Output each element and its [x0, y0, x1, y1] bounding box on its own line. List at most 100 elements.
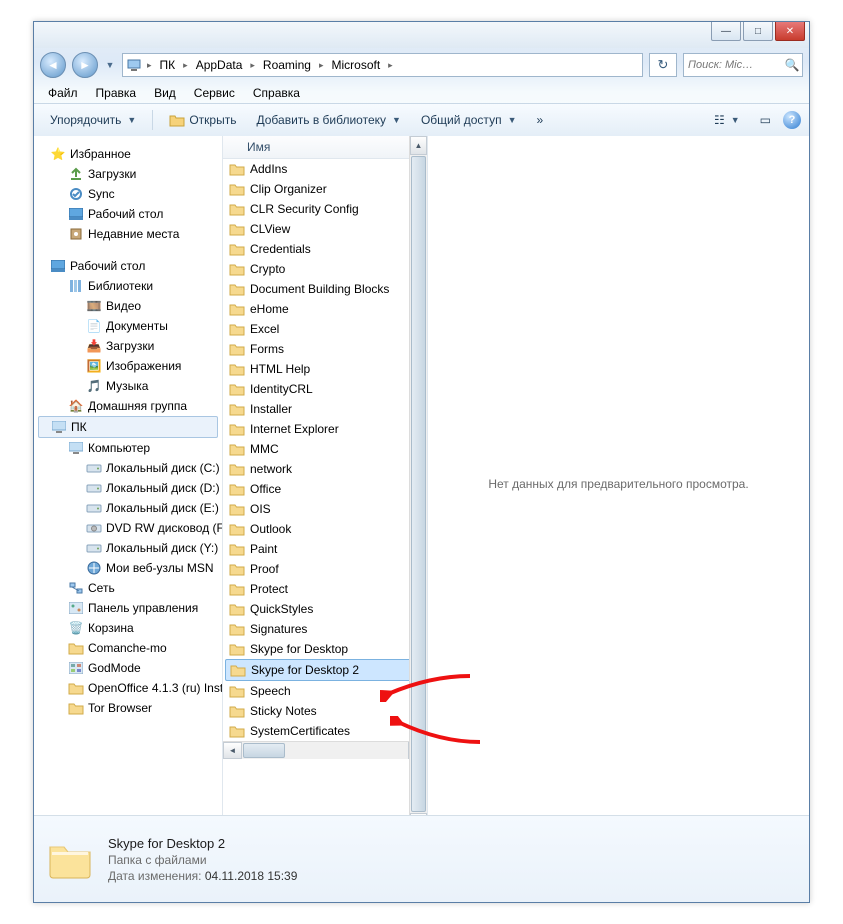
folder-item[interactable]: Document Building Blocks — [223, 279, 427, 299]
more-commands[interactable]: » — [528, 109, 551, 131]
favorites-item[interactable]: Sync — [34, 184, 222, 204]
horizontal-scrollbar[interactable]: ◄ ► — [223, 741, 427, 759]
drive-item[interactable]: Локальный диск (Y:) — [34, 538, 222, 558]
folder-item[interactable]: Outlook — [223, 519, 427, 539]
folder-item[interactable]: Credentials — [223, 239, 427, 259]
menu-edit[interactable]: Правка — [88, 84, 145, 102]
explorer-window: — □ ✕ ◄ ► ▼ ▸ ПК ▸ AppData ▸ Roaming ▸ M… — [33, 21, 810, 903]
folder-item[interactable]: Signatures — [223, 619, 427, 639]
drive-icon — [86, 460, 102, 476]
folder-item[interactable]: CLView — [223, 219, 427, 239]
vertical-scrollbar[interactable]: ▲ ▼ — [409, 136, 427, 832]
menu-file[interactable]: Файл — [40, 84, 86, 102]
scroll-up-button[interactable]: ▲ — [410, 136, 427, 155]
folder-item[interactable]: Internet Explorer — [223, 419, 427, 439]
folder-item[interactable]: SystemCertificates — [223, 721, 427, 741]
favorites-item[interactable]: Загрузки — [34, 164, 222, 184]
folder-item[interactable]: Clip Organizer — [223, 179, 427, 199]
folder-item[interactable]: Sticky Notes — [223, 701, 427, 721]
library-icon: 🎞️ — [86, 298, 102, 314]
drive-item[interactable]: DVD RW дисковод (F:) — [34, 518, 222, 538]
organize-button[interactable]: Упорядочить▼ — [42, 109, 144, 131]
breadcrumb-segment[interactable]: AppData — [190, 54, 249, 76]
back-button[interactable]: ◄ — [40, 52, 66, 78]
network-item[interactable]: Сеть — [34, 578, 222, 598]
menu-view[interactable]: Вид — [146, 84, 184, 102]
library-item[interactable]: 📥Загрузки — [34, 336, 222, 356]
library-item[interactable]: 🖼️Изображения — [34, 356, 222, 376]
folder-item[interactable]: HTML Help — [223, 359, 427, 379]
folder-item[interactable]: Forms — [223, 339, 427, 359]
maximize-button[interactable]: □ — [743, 22, 773, 41]
folder-name: MMC — [250, 442, 279, 456]
folder-item[interactable]: Office — [223, 479, 427, 499]
folder-item[interactable]: CLR Security Config — [223, 199, 427, 219]
folder-item[interactable]: Skype for Desktop 2 — [225, 659, 425, 681]
drive-item[interactable]: Локальный диск (E:) — [34, 498, 222, 518]
nav-folder-item[interactable]: OpenOffice 4.1.3 (ru) Instal — [34, 678, 222, 698]
drive-item[interactable]: Локальный диск (C:) — [34, 458, 222, 478]
forward-button[interactable]: ► — [72, 52, 98, 78]
desktop-header[interactable]: Рабочий стол — [34, 256, 222, 276]
folder-name: Clip Organizer — [250, 182, 327, 196]
folder-item[interactable]: Paint — [223, 539, 427, 559]
computer-header[interactable]: Компьютер — [34, 438, 222, 458]
recycle-bin-item[interactable]: 🗑️Корзина — [34, 618, 222, 638]
breadcrumb-segment[interactable]: ПК — [154, 54, 182, 76]
menu-help[interactable]: Справка — [245, 84, 308, 102]
folder-item[interactable]: OIS — [223, 499, 427, 519]
folder-item[interactable]: MMC — [223, 439, 427, 459]
scroll-left-button[interactable]: ◄ — [223, 742, 242, 759]
libraries-header[interactable]: Библиотеки — [34, 276, 222, 296]
favorites-header[interactable]: ⭐Избранное — [34, 144, 222, 164]
breadcrumb-segment[interactable]: Roaming — [257, 54, 317, 76]
folder-item[interactable]: Proof — [223, 559, 427, 579]
nav-item-label: Sync — [88, 187, 115, 201]
refresh-button[interactable]: ↻ — [649, 53, 677, 77]
folder-item[interactable]: Excel — [223, 319, 427, 339]
homegroup-item[interactable]: 🏠Домашняя группа — [34, 396, 222, 416]
breadcrumb-segment[interactable]: Microsoft — [325, 54, 386, 76]
scroll-thumb[interactable] — [411, 156, 426, 812]
folder-name: Installer — [250, 402, 292, 416]
nav-folder-item[interactable]: GodMode — [34, 658, 222, 678]
drive-item[interactable]: Локальный диск (D:) — [34, 478, 222, 498]
nav-history-dropdown[interactable]: ▼ — [104, 55, 116, 75]
search-input[interactable]: Поиск: Mic… 🔍 — [683, 53, 803, 77]
control-panel-item[interactable]: Панель управления — [34, 598, 222, 618]
folder-item[interactable]: Speech — [223, 681, 427, 701]
library-item[interactable]: 🎵Музыка — [34, 376, 222, 396]
nav-folder-item[interactable]: Tor Browser — [34, 698, 222, 718]
folder-item[interactable]: AddIns — [223, 159, 427, 179]
favorites-item[interactable]: Рабочий стол — [34, 204, 222, 224]
library-item[interactable]: 📄Документы — [34, 316, 222, 336]
close-button[interactable]: ✕ — [775, 22, 805, 41]
folder-item[interactable]: network — [223, 459, 427, 479]
folder-item[interactable]: IdentityCRL — [223, 379, 427, 399]
column-header-name[interactable]: Имя — [223, 136, 427, 159]
preview-pane-button[interactable]: ▭ — [752, 109, 779, 131]
nav-icon — [68, 166, 84, 182]
view-options-button[interactable]: ☷▼ — [706, 109, 748, 131]
pk-item[interactable]: ПК — [38, 416, 218, 438]
preview-pane-icon: ▭ — [760, 113, 771, 127]
folder-item[interactable]: QuickStyles — [223, 599, 427, 619]
folder-item[interactable]: Crypto — [223, 259, 427, 279]
folder-item[interactable]: Protect — [223, 579, 427, 599]
add-to-library-button[interactable]: Добавить в библиотеку▼ — [248, 109, 408, 131]
folder-item[interactable]: eHome — [223, 299, 427, 319]
library-item[interactable]: 🎞️Видео — [34, 296, 222, 316]
minimize-button[interactable]: — — [711, 22, 741, 41]
favorites-item[interactable]: Недавние места — [34, 224, 222, 244]
menu-tools[interactable]: Сервис — [186, 84, 243, 102]
chevron-down-icon: ▼ — [106, 60, 115, 70]
help-button[interactable]: ? — [783, 111, 801, 129]
drive-item[interactable]: Мои веб-узлы MSN — [34, 558, 222, 578]
open-button[interactable]: Открыть — [161, 108, 244, 132]
folder-item[interactable]: Skype for Desktop — [223, 639, 427, 659]
share-button[interactable]: Общий доступ▼ — [413, 109, 525, 131]
nav-folder-item[interactable]: Comanche-mo — [34, 638, 222, 658]
scroll-thumb[interactable] — [243, 743, 285, 758]
address-bar[interactable]: ▸ ПК ▸ AppData ▸ Roaming ▸ Microsoft ▸ — [122, 53, 643, 77]
folder-item[interactable]: Installer — [223, 399, 427, 419]
